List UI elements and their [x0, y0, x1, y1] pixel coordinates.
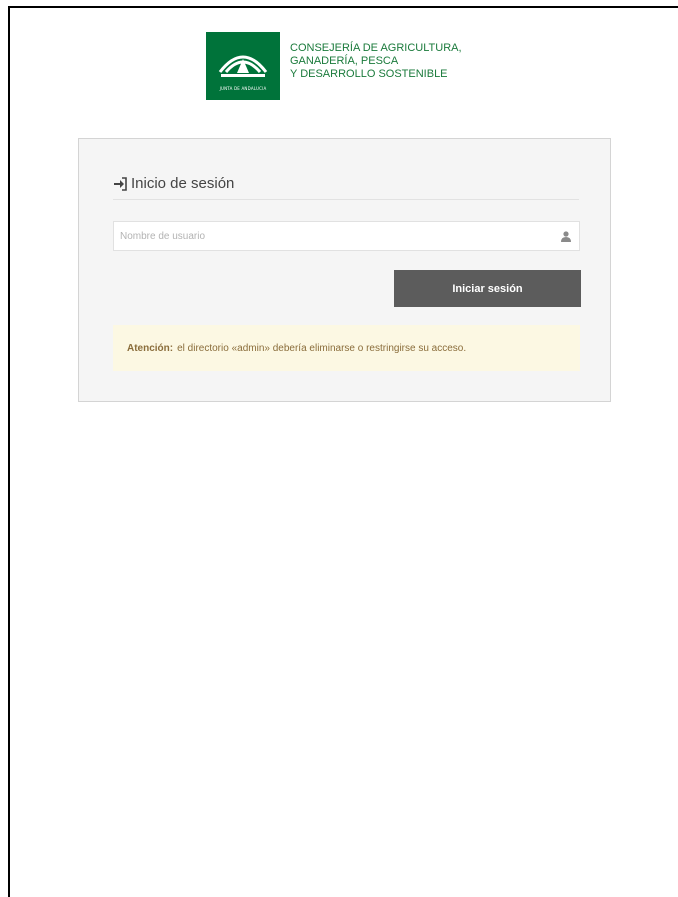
org-name-line-2: GANADERÍA, PESCA	[290, 55, 399, 67]
username-input[interactable]	[114, 222, 554, 250]
login-panel: Inicio de sesión Iniciar sesión Atención…	[78, 138, 611, 402]
login-header: Inicio de sesión	[113, 175, 579, 200]
login-button[interactable]: Iniciar sesión	[394, 270, 581, 307]
admin-warning-alert: Atención: el directorio «admin» debería …	[113, 325, 580, 371]
junta-andalucia-logo: JUNTA DE ANDALUCIA	[206, 32, 280, 100]
sign-in-icon	[114, 176, 127, 191]
header-logo: JUNTA DE ANDALUCIA CONSEJERÍA DE AGRICUL…	[206, 32, 462, 100]
org-name: CONSEJERÍA DE AGRICULTURA, GANADERÍA, PE…	[290, 42, 462, 81]
window-border-top	[8, 6, 678, 8]
alert-message: el directorio «admin» debería eliminarse…	[177, 342, 467, 354]
window-border-left	[8, 6, 10, 897]
org-name-line-3: Y DESARROLLO SOSTENIBLE	[290, 68, 448, 80]
user-icon	[561, 231, 571, 242]
alert-label: Atención:	[127, 342, 174, 354]
logo-seal-text: JUNTA DE ANDALUCIA	[219, 86, 267, 91]
org-name-line-1: CONSEJERÍA DE AGRICULTURA,	[290, 42, 462, 54]
username-field[interactable]	[113, 221, 580, 251]
login-title: Inicio de sesión	[131, 175, 235, 192]
